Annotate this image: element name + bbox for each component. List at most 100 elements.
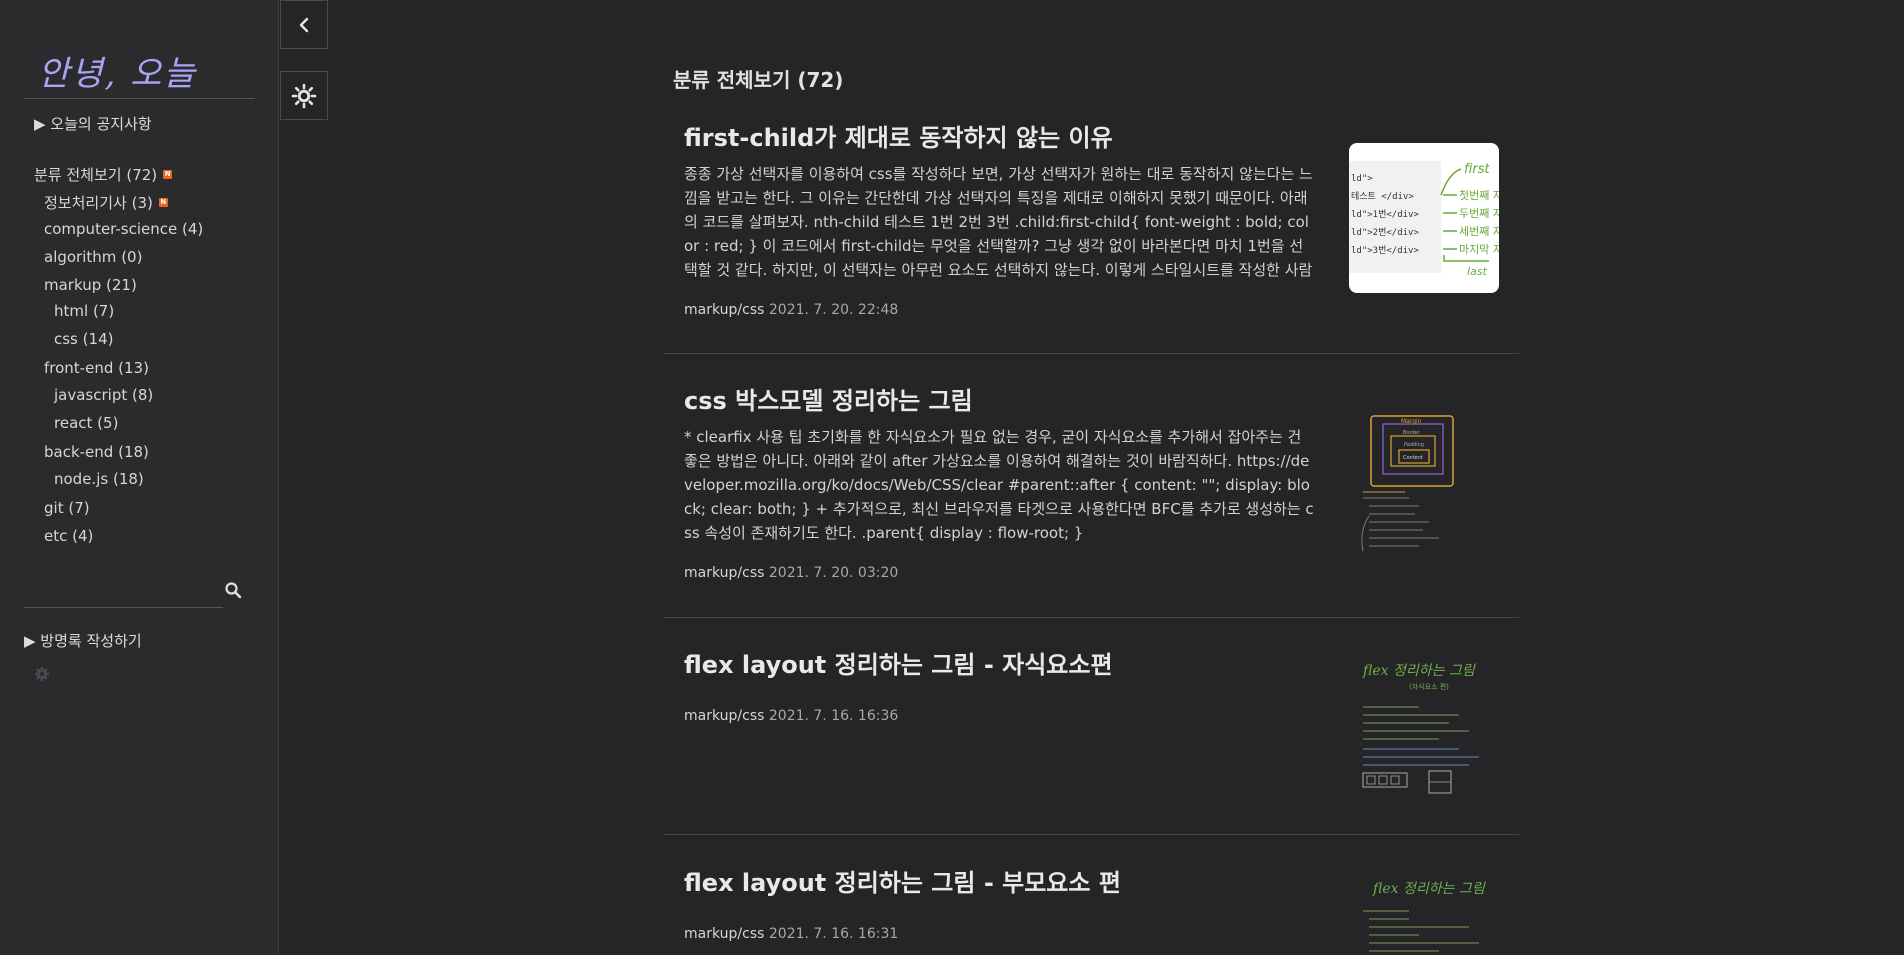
search-underline <box>24 607 223 608</box>
thumbnail-image: flex 정리하는 그림 (자식요소 편) <box>1362 663 1479 794</box>
post-item: first-child가 제대로 동작하지 않는 이유 종종 가상 선택자를 이… <box>664 110 1519 350</box>
category-count: (4) <box>72 527 94 545</box>
category-name: computer-science <box>44 220 178 238</box>
category-name: html <box>54 302 89 320</box>
category-count: (7) <box>92 302 115 320</box>
blog-title[interactable]: 안녕, 오늘 <box>38 46 256 95</box>
category-item-info-engineer[interactable]: 정보처리기사 (3) N <box>44 192 168 213</box>
category-item-css[interactable]: css (14) <box>54 330 113 348</box>
category-item-react[interactable]: react (5) <box>54 414 118 432</box>
category-name: front-end <box>44 359 114 377</box>
post-date: 2021. 7. 20. 03:20 <box>768 565 899 581</box>
search-input[interactable] <box>24 578 223 606</box>
thumb-heading: flex 정리하는 그림 <box>1372 881 1486 897</box>
post-thumbnail[interactable]: ld"> 테스트 </div> ld">1번</div> ld">2번</div… <box>1349 143 1499 293</box>
post-thumbnail[interactable]: flex 정리하는 그림 (자식요소 편) <box>1349 651 1499 801</box>
category-count: (18) <box>118 443 149 461</box>
category-item-all[interactable]: 분류 전체보기 (72) N <box>34 164 173 185</box>
thumb-note: first <box>1464 162 1491 177</box>
category-count: (0) <box>121 248 143 266</box>
category-count: (72) <box>126 166 158 184</box>
category-count: (8) <box>132 386 154 404</box>
post-thumbnail[interactable]: flex 정리하는 그림 <box>1349 869 1499 955</box>
guestbook-toggle[interactable]: ▶ 방명록 작성하기 <box>24 630 142 651</box>
category-item-git[interactable]: git (7) <box>44 499 90 517</box>
category-count: (4) <box>182 220 204 238</box>
category-name: 정보처리기사 <box>44 194 127 212</box>
post-title[interactable]: first-child가 제대로 동작하지 않는 이유 <box>684 118 1113 153</box>
category-item-nodejs[interactable]: node.js (18) <box>54 470 144 488</box>
thumb-label: Border <box>1403 430 1421 436</box>
post-excerpt[interactable]: 종종 가상 선택자를 이용하여 css를 작성하다 보면, 가상 선택자가 원하… <box>684 162 1314 282</box>
thumb-note: 첫번째 자식 <box>1459 189 1499 202</box>
thumb-note: 두번째 자식 <box>1459 207 1499 220</box>
sidebar: 안녕, 오늘 ▶ 오늘의 공지사항 분류 전체보기 (72) N 정보처리기사 (… <box>0 0 279 955</box>
post-excerpt[interactable]: * clearfix 사용 팁 초기화를 한 자식요소가 필요 없는 경우, 굳… <box>684 425 1314 545</box>
thumb-subheading: (자식요소 편) <box>1409 682 1449 691</box>
category-name: react <box>54 414 93 432</box>
category-name: node.js <box>54 470 109 488</box>
post-title[interactable]: css 박스모델 정리하는 그림 <box>684 381 973 416</box>
post-category[interactable]: markup/css <box>684 302 764 318</box>
post-category[interactable]: markup/css <box>684 565 764 581</box>
code-line: ld"> <box>1351 174 1373 184</box>
category-item-algorithm[interactable]: algorithm (0) <box>44 248 142 266</box>
category-item-javascript[interactable]: javascript (8) <box>54 386 153 404</box>
thumbnail-image: ld"> 테스트 </div> ld">1번</div> ld">2번</div… <box>1349 161 1499 278</box>
category-count: (13) <box>118 359 149 377</box>
search-icon[interactable] <box>224 581 246 603</box>
post-date: 2021. 7. 20. 22:48 <box>768 302 899 318</box>
post-divider <box>664 617 1519 618</box>
category-name: 분류 전체보기 <box>34 166 122 184</box>
code-line: 테스트 </div> <box>1351 191 1414 202</box>
post-date: 2021. 7. 16. 16:36 <box>768 708 899 724</box>
category-count: (7) <box>68 499 90 517</box>
gear-icon[interactable] <box>34 666 50 682</box>
post-meta: markup/css 2021. 7. 20. 03:20 <box>684 565 898 581</box>
post-divider <box>664 353 1519 354</box>
thumb-label: Margin <box>1401 418 1422 425</box>
theme-toggle-button[interactable] <box>280 71 328 120</box>
thumb-heading: flex 정리하는 그림 <box>1362 663 1476 679</box>
post-category[interactable]: markup/css <box>684 708 764 724</box>
category-item-etc[interactable]: etc (4) <box>44 527 93 545</box>
new-badge: N <box>163 170 173 179</box>
post-title[interactable]: flex layout 정리하는 그림 - 부모요소 편 <box>684 863 1121 898</box>
thumb-label: Content <box>1403 455 1423 461</box>
category-count: (21) <box>106 276 137 294</box>
category-count: (5) <box>97 414 119 432</box>
post-item: flex layout 정리하는 그림 - 부모요소 편 markup/css … <box>664 855 1519 955</box>
category-item-markup[interactable]: markup (21) <box>44 276 137 294</box>
post-item: flex layout 정리하는 그림 - 자식요소편 markup/css 2… <box>664 637 1519 827</box>
category-item-back-end[interactable]: back-end (18) <box>44 443 149 461</box>
category-name: back-end <box>44 443 114 461</box>
category-count: (3) <box>131 194 153 212</box>
thumb-note: 세번째 자식 <box>1459 225 1499 238</box>
sun-icon <box>291 83 317 108</box>
category-name: algorithm <box>44 248 117 266</box>
thumbnail-image: Margin Border Padding Content <box>1361 415 1454 552</box>
category-name: javascript <box>54 386 128 404</box>
category-name: etc <box>44 527 68 545</box>
title-divider <box>24 98 255 99</box>
category-name: css <box>54 330 78 348</box>
category-item-html[interactable]: html (7) <box>54 302 114 320</box>
post-divider <box>664 834 1519 835</box>
chevron-left-icon <box>299 17 309 32</box>
category-count: (18) <box>112 470 144 488</box>
category-item-computer-science[interactable]: computer-science (4) <box>44 220 203 238</box>
category-name: markup <box>44 276 102 294</box>
post-meta: markup/css 2021. 7. 16. 16:36 <box>684 708 898 724</box>
post-meta: markup/css 2021. 7. 16. 16:31 <box>684 926 898 942</box>
code-line: ld">1번</div> <box>1351 209 1419 220</box>
post-category[interactable]: markup/css <box>684 926 764 942</box>
category-item-front-end[interactable]: front-end (13) <box>44 359 149 377</box>
code-line: ld">2번</div> <box>1351 227 1419 238</box>
sidebar-toggle-button[interactable] <box>280 0 328 49</box>
notice-toggle[interactable]: ▶ 오늘의 공지사항 <box>34 113 152 134</box>
thumbnail-image: flex 정리하는 그림 <box>1363 881 1486 952</box>
post-title[interactable]: flex layout 정리하는 그림 - 자식요소편 <box>684 645 1113 680</box>
post-thumbnail[interactable]: Margin Border Padding Content <box>1349 406 1499 556</box>
thumb-label: Padding <box>1404 442 1424 448</box>
post-date: 2021. 7. 16. 16:31 <box>768 926 899 942</box>
